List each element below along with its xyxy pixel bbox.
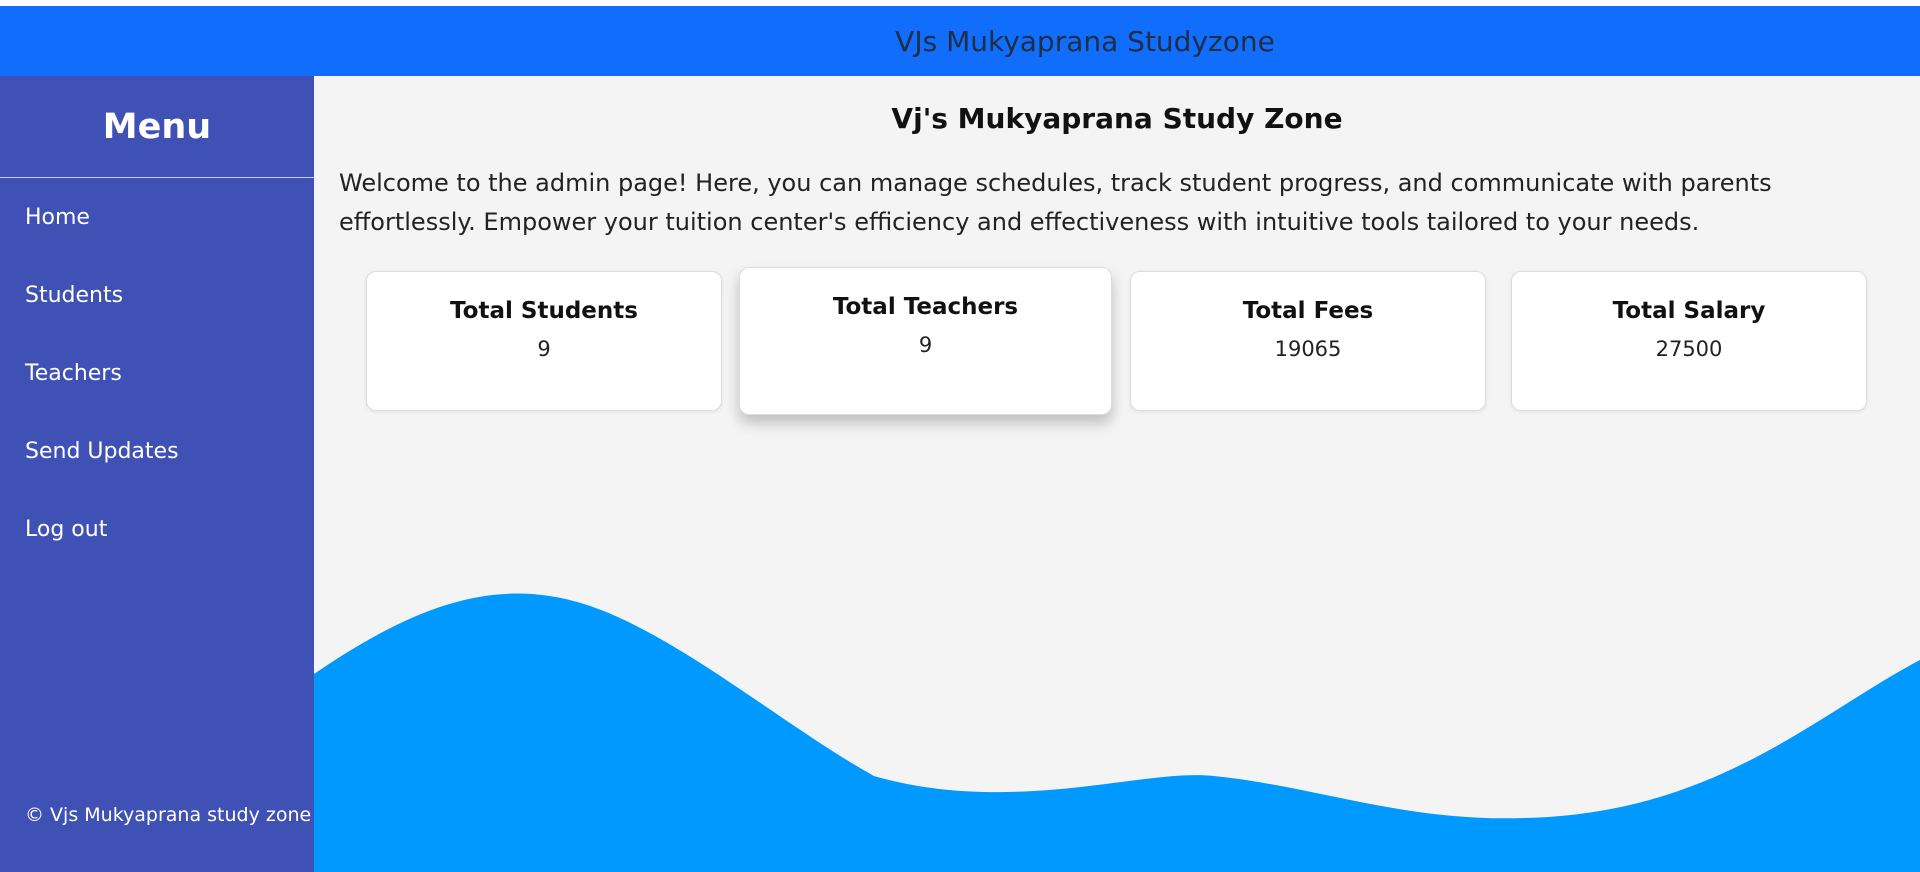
welcome-text: Welcome to the admin page! Here, you can… xyxy=(339,169,1772,236)
sidebar-item-label: Log out xyxy=(25,516,108,542)
sidebar-item-send-updates[interactable]: Send Updates xyxy=(0,412,314,490)
stat-card-total-teachers: Total Teachers 9 xyxy=(739,267,1112,415)
app-title: VJs Mukyaprana Studyzone xyxy=(895,24,1275,58)
stat-card-value: 9 xyxy=(537,337,551,361)
stat-card-value: 19065 xyxy=(1274,337,1342,361)
sidebar-item-label: Send Updates xyxy=(25,438,179,464)
stat-card-total-fees: Total Fees 19065 xyxy=(1130,271,1486,411)
main-content: Vj's Mukyaprana Study Zone Welcome to th… xyxy=(314,76,1920,872)
stat-card-total-students: Total Students 9 xyxy=(366,271,722,411)
sidebar-item-label: Home xyxy=(25,204,90,230)
stat-card-label: Total Fees xyxy=(1242,298,1374,324)
sidebar-item-label: Students xyxy=(25,282,124,308)
sidebar-item-label: Teachers xyxy=(25,360,122,386)
wave-shape xyxy=(314,593,1920,872)
stat-card-value: 27500 xyxy=(1655,337,1723,361)
stat-card-label: Total Students xyxy=(450,298,638,324)
stat-card-label: Total Teachers xyxy=(832,294,1019,320)
sidebar: Menu Home Students Teachers Send Updates… xyxy=(0,76,314,872)
sidebar-item-teachers[interactable]: Teachers xyxy=(0,334,314,412)
sidebar-item-log-out[interactable]: Log out xyxy=(0,490,314,568)
sidebar-item-home[interactable]: Home xyxy=(0,178,314,256)
top-header-bar: VJs Mukyaprana Studyzone xyxy=(0,6,1920,76)
sidebar-header: Menu xyxy=(0,76,314,178)
stat-card-value: 9 xyxy=(918,333,933,357)
page-title: Vj's Mukyaprana Study Zone xyxy=(891,102,1343,135)
stat-card-total-salary: Total Salary 27500 xyxy=(1511,271,1867,411)
menu-title: Menu xyxy=(102,106,212,147)
sidebar-nav: Home Students Teachers Send Updates Log … xyxy=(0,178,314,568)
stat-card-label: Total Salary xyxy=(1612,298,1766,324)
sidebar-footer-copyright: © Vjs Mukyaprana study zone xyxy=(25,804,312,826)
sidebar-item-students[interactable]: Students xyxy=(0,256,314,334)
